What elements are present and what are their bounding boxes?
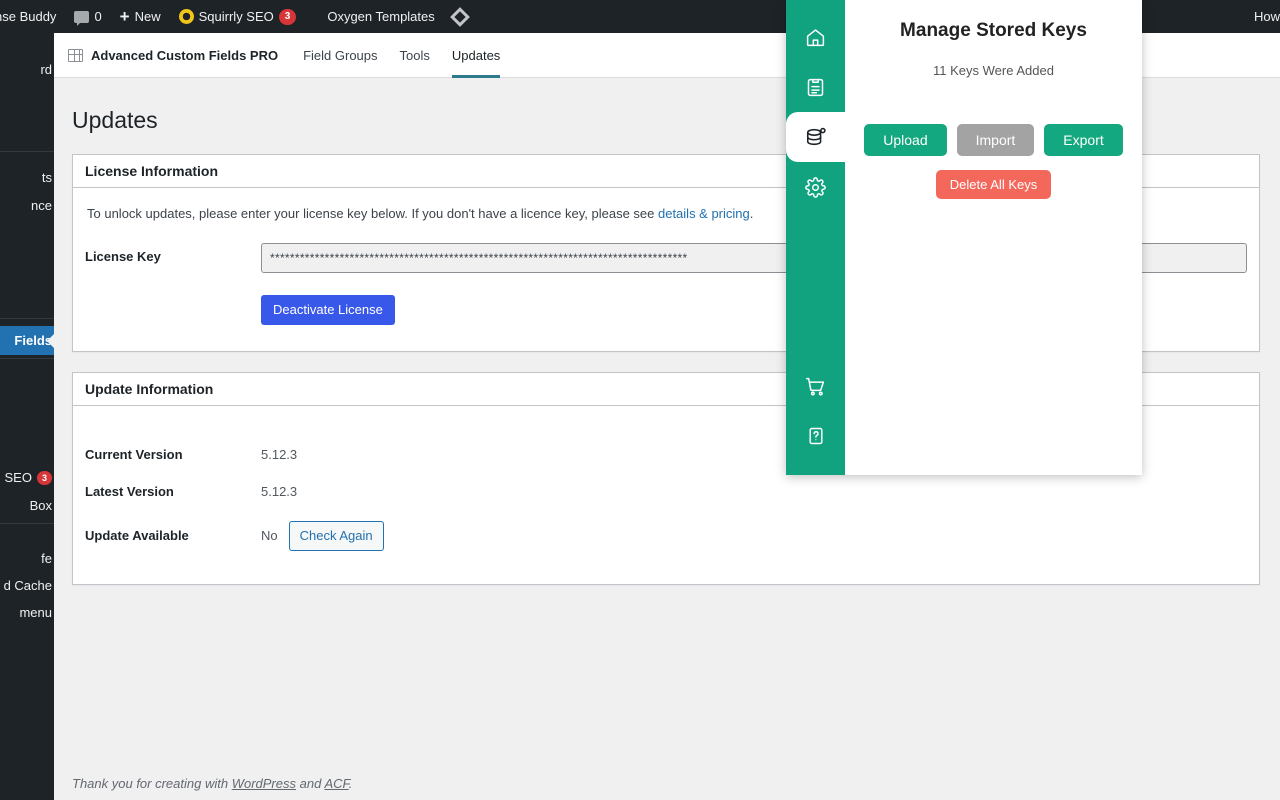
sidebar-divider [0, 318, 54, 319]
squirrly-label: Squirrly SEO [198, 9, 274, 24]
database-icon[interactable] [786, 100, 845, 174]
sidebar-item-box[interactable]: Box [0, 491, 54, 520]
sidebar-divider [0, 358, 54, 359]
comment-icon [74, 10, 90, 26]
oxygen-templates-label: Oxygen Templates [327, 9, 435, 24]
sidebar-seo-badge: 3 [36, 470, 52, 485]
update-available-value: No [261, 528, 278, 544]
admin-bar-right-group: How [1245, 0, 1280, 33]
update-available-label: Update Available [85, 528, 189, 544]
delete-all-keys-button[interactable]: Delete All Keys [935, 170, 1052, 199]
admin-bar-left-group: nse Buddy 0 + New Squirrly SEO 3 Oxygen … [0, 0, 476, 33]
sidebar-item-label: Fields [14, 333, 52, 348]
license-intro-prefix: To unlock updates, please enter your lic… [87, 205, 658, 221]
check-again-button[interactable]: Check Again [288, 521, 384, 551]
cart-icon[interactable] [786, 361, 845, 411]
sidebar-item-collapse-menu[interactable]: menu [0, 598, 54, 627]
sidebar-item-cache[interactable]: d Cache [0, 571, 54, 600]
update-available-value-group: No Check Again [261, 521, 384, 551]
sidebar-item-seo[interactable]: SEO 3 [0, 463, 54, 492]
screen: nse Buddy 0 + New Squirrly SEO 3 Oxygen … [0, 0, 1280, 800]
acf-brand: Advanced Custom Fields PRO [68, 33, 292, 77]
sidebar-divider [0, 523, 54, 524]
acf-link[interactable]: ACF [324, 776, 348, 791]
footer-suffix: . [348, 776, 353, 791]
license-key-label: License Key [85, 248, 161, 264]
sidebar-item-label: Box [29, 498, 52, 513]
tab-field-groups[interactable]: Field Groups [292, 33, 388, 77]
sidebar-item-comments[interactable]: ts [0, 163, 54, 192]
squirrly-logo-icon [178, 9, 194, 24]
extension-action-row: Upload Import Export [864, 124, 1123, 156]
acf-grid-icon [68, 48, 83, 62]
oxygen-diamond-icon [449, 6, 470, 27]
admin-bar-item-oxygen-logo[interactable] [444, 0, 476, 33]
tab-updates[interactable]: Updates [441, 33, 511, 78]
current-version-value: 5.12.3 [261, 447, 298, 463]
sidebar-item-label: menu [19, 605, 52, 620]
sidebar-item-safe[interactable]: fe [0, 544, 54, 573]
squirrly-badge: 3 [278, 8, 297, 25]
gear-icon[interactable] [786, 162, 845, 212]
deactivate-license-button[interactable]: Deactivate License [261, 294, 395, 326]
footer-middle: and [296, 776, 325, 791]
latest-version-label: Latest Version [85, 484, 174, 500]
tab-label: Tools [399, 47, 430, 63]
sidebar-item-appearance[interactable]: nce [0, 191, 54, 220]
tab-tools[interactable]: Tools [389, 33, 441, 77]
sidebar-divider [0, 151, 54, 152]
admin-bar-item-oxygen-templates[interactable]: Oxygen Templates [305, 0, 443, 33]
admin-bar-item-license-buddy[interactable]: nse Buddy [0, 0, 65, 33]
sidebar-item-custom-fields[interactable]: Fields [0, 326, 54, 355]
wp-admin-sidebar: rd ts nce Fields SEO 3 Box fe d Cache me… [0, 33, 54, 800]
admin-bar-item-comments[interactable]: 0 [65, 0, 110, 33]
new-label: New [134, 9, 161, 24]
details-pricing-link[interactable]: details & pricing [658, 206, 750, 221]
sidebar-item-label: ts [41, 170, 52, 185]
update-available-row: Update Available No Check Again [85, 510, 1247, 562]
footer-prefix: Thank you for creating with [72, 776, 232, 791]
plus-icon: + [119, 7, 130, 26]
license-buddy-label: nse Buddy [0, 9, 57, 24]
sidebar-item-label: d Cache [3, 578, 52, 593]
acf-brand-label: Advanced Custom Fields PRO [91, 47, 279, 63]
admin-bar-account-menu[interactable]: How [1245, 0, 1280, 33]
extension-subtitle: 11 Keys Were Added [933, 63, 1054, 78]
export-button[interactable]: Export [1044, 124, 1123, 156]
extension-title: Manage Stored Keys [900, 20, 1087, 41]
comments-count: 0 [94, 9, 102, 24]
extension-body: Manage Stored Keys 11 Keys Were Added Up… [845, 0, 1142, 475]
upload-button[interactable]: Upload [864, 124, 947, 156]
current-version-label: Current Version [85, 447, 183, 463]
latest-version-row: Latest Version 5.12.3 [85, 473, 1247, 510]
wp-footer: Thank you for creating with WordPress an… [72, 776, 352, 791]
sidebar-item-label: SEO [4, 470, 32, 485]
sidebar-item-label: nce [31, 198, 52, 213]
extension-danger-row: Delete All Keys [935, 170, 1052, 199]
import-button[interactable]: Import [956, 124, 1035, 156]
sidebar-item-label: rd [40, 62, 52, 77]
extension-popup-panel: Manage Stored Keys 11 Keys Were Added Up… [786, 0, 1142, 475]
license-intro-suffix: . [749, 205, 754, 221]
help-icon[interactable] [786, 411, 845, 461]
home-icon[interactable] [786, 12, 845, 62]
admin-bar-item-squirrly-seo[interactable]: Squirrly SEO 3 [170, 0, 306, 33]
sidebar-item-label: fe [41, 551, 52, 566]
wordpress-link[interactable]: WordPress [232, 776, 296, 791]
extension-nav-rail [786, 0, 845, 475]
admin-bar-item-new[interactable]: + New [111, 0, 170, 33]
account-label: How [1253, 9, 1280, 24]
latest-version-value: 5.12.3 [261, 484, 298, 500]
sidebar-item-dashboard[interactable]: rd [0, 55, 54, 84]
tab-label: Field Groups [303, 47, 378, 63]
tab-label: Updates [451, 47, 501, 63]
